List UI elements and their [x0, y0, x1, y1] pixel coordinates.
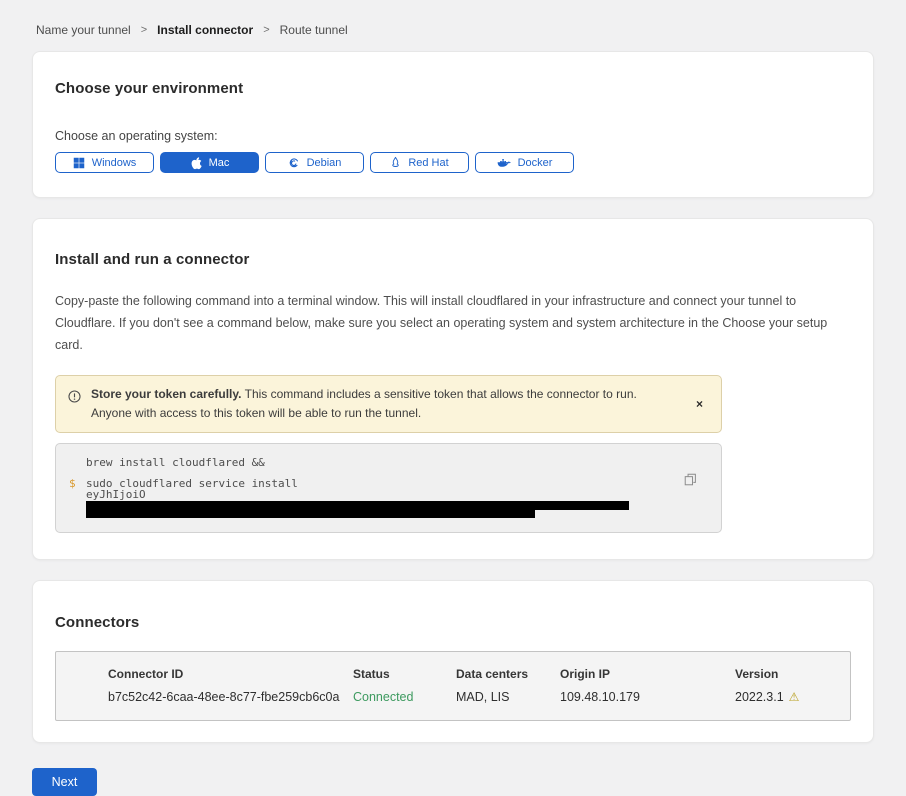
token-prefix: eyJhIjoiO	[86, 488, 146, 501]
footer: Next	[0, 743, 906, 796]
breadcrumb-name-your-tunnel[interactable]: Name your tunnel	[36, 23, 131, 37]
version-value: 2022.3.1 ⚠	[735, 690, 855, 704]
code-line-sudo: sudo cloudflared service install	[86, 478, 681, 489]
version-number: 2022.3.1	[735, 690, 784, 704]
breadcrumb-separator: >	[263, 24, 269, 36]
alert-circle-icon	[68, 390, 81, 409]
code-line-token: eyJhIjoiO	[86, 490, 681, 518]
warning-text-bold: Store your token carefully.	[91, 387, 242, 401]
environment-card: Choose your environment Choose an operat…	[32, 51, 874, 198]
install-card: Install and run a connector Copy-paste t…	[32, 218, 874, 560]
os-button-label: Windows	[92, 157, 137, 169]
origin-ip-value: 109.48.10.179	[560, 690, 735, 704]
column-header-status: Status	[353, 667, 456, 681]
redacted-token-bar	[86, 501, 629, 510]
os-button-label: Docker	[518, 157, 553, 169]
next-button[interactable]: Next	[32, 768, 97, 796]
column-header-version: Version	[735, 667, 855, 681]
column-header-connector-id: Connector ID	[108, 667, 353, 681]
close-icon[interactable]: ×	[690, 395, 709, 413]
redhat-icon	[390, 156, 401, 169]
data-centers-value: MAD, LIS	[456, 690, 560, 704]
os-button-label: Red Hat	[408, 157, 448, 169]
status-badge: Connected	[353, 690, 456, 704]
column-header-origin-ip: Origin IP	[560, 667, 735, 681]
debian-icon	[288, 157, 300, 169]
column-header-data-centers: Data centers	[456, 667, 560, 681]
os-button-label: Debian	[307, 157, 342, 169]
copy-icon[interactable]	[682, 471, 699, 491]
environment-card-title: Choose your environment	[55, 80, 851, 97]
breadcrumb-separator: >	[141, 24, 147, 36]
os-button-windows[interactable]: Windows	[55, 152, 154, 173]
os-button-docker[interactable]: Docker	[475, 152, 574, 173]
connectors-card-title: Connectors	[55, 614, 851, 631]
windows-icon	[73, 157, 85, 169]
install-card-title: Install and run a connector	[55, 251, 851, 268]
warning-triangle-icon: ⚠	[789, 691, 800, 703]
install-description: Copy-paste the following command into a …	[55, 291, 851, 357]
os-button-redhat[interactable]: Red Hat	[370, 152, 469, 173]
os-button-mac[interactable]: Mac	[160, 152, 259, 173]
table-row: b7c52c42-6caa-48ee-8c77-fbe259cb6c0a Con…	[108, 690, 850, 704]
redacted-token-bar	[86, 509, 535, 518]
breadcrumb: Name your tunnel > Install connector > R…	[0, 0, 906, 37]
docker-icon	[497, 157, 511, 169]
breadcrumb-install-connector[interactable]: Install connector	[157, 23, 253, 37]
apple-icon	[190, 156, 202, 170]
connectors-table-header: Connector ID Status Data centers Origin …	[108, 667, 850, 681]
shell-prompt: $	[69, 478, 76, 489]
os-button-group: Windows Mac Debian Red Hat	[55, 152, 851, 173]
warning-text: Store your token carefully. This command…	[91, 385, 680, 423]
connector-id-value: b7c52c42-6caa-48ee-8c77-fbe259cb6c0a	[108, 690, 353, 704]
code-line-brew: brew install cloudflared &&	[86, 457, 681, 468]
breadcrumb-route-tunnel[interactable]: Route tunnel	[280, 23, 348, 37]
install-command-code-block: brew install cloudflared && $ sudo cloud…	[55, 443, 722, 533]
os-select-label: Choose an operating system:	[55, 129, 851, 143]
os-button-debian[interactable]: Debian	[265, 152, 364, 173]
connectors-table: Connector ID Status Data centers Origin …	[55, 651, 851, 721]
os-button-label: Mac	[209, 157, 230, 169]
token-warning-banner: Store your token carefully. This command…	[55, 375, 722, 433]
connectors-card: Connectors Connector ID Status Data cent…	[32, 580, 874, 743]
